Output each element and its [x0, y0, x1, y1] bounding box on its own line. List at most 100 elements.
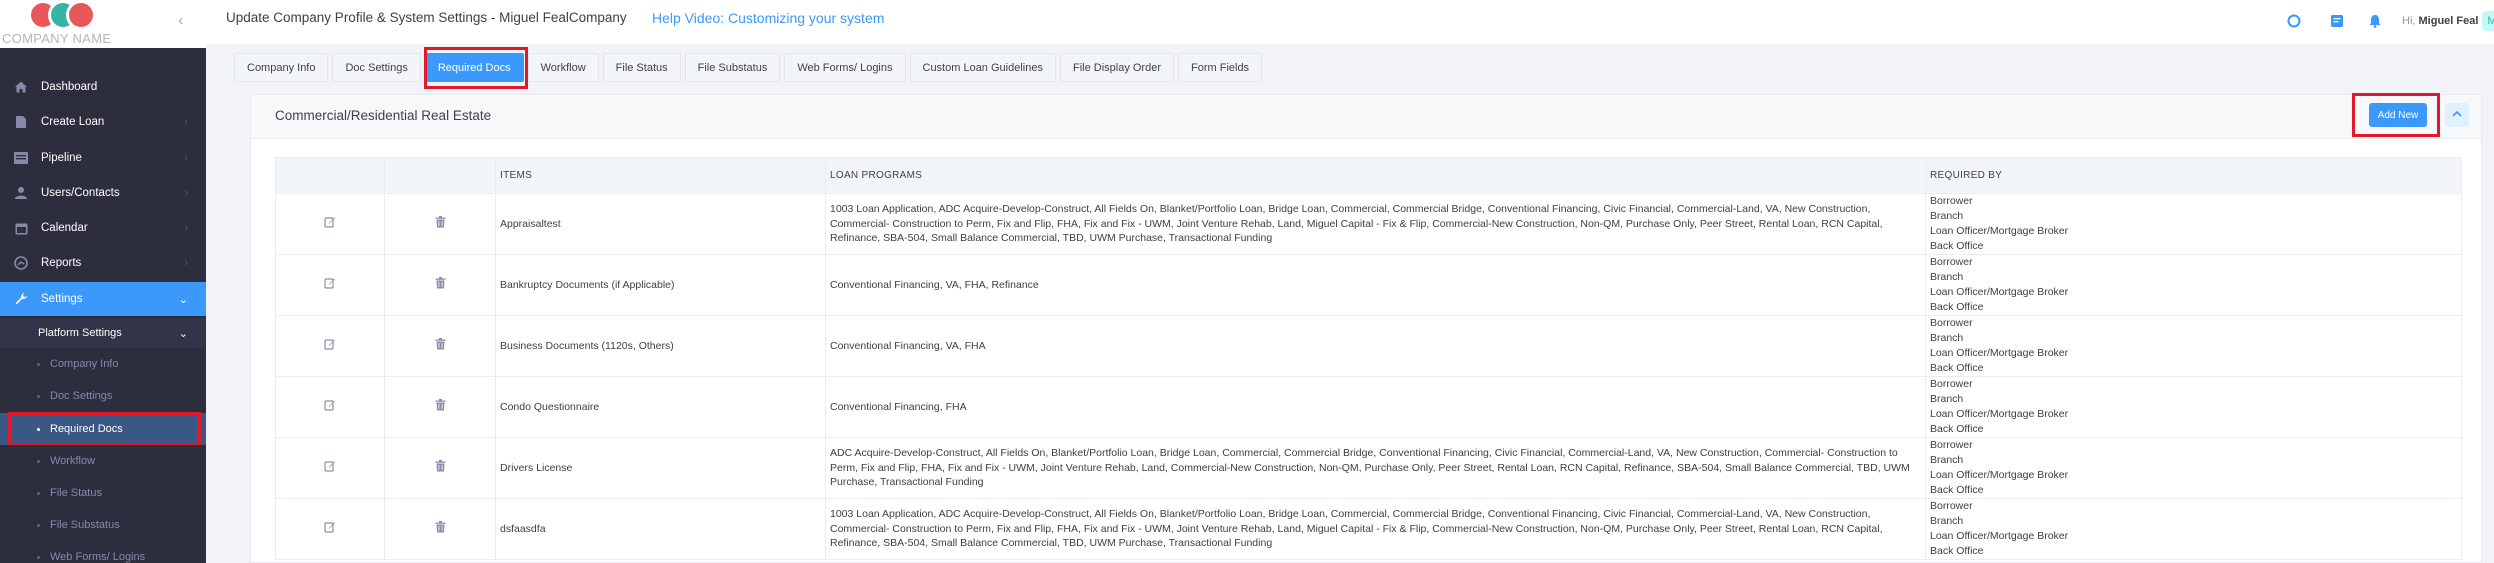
loan-programs: 1003 Loan Application, ADC Acquire-Devel…	[825, 498, 1926, 560]
required-by-role: Loan Officer/Mortgage Broker	[1930, 347, 2069, 359]
logo-circle-right	[66, 0, 96, 30]
sidebar-toggle-icon[interactable]: ‹	[178, 12, 183, 30]
sidebar-subitem-label: Workflow	[50, 455, 96, 467]
required-by-role: Borrower	[1930, 256, 1973, 269]
edit-icon[interactable]	[324, 338, 336, 353]
card-title: Commercial/Residential Real Estate	[275, 108, 492, 123]
calendar-icon	[14, 221, 28, 235]
edit-icon[interactable]	[324, 216, 336, 231]
table-row: dsfaasdfa 1003 Loan Application, ADC Acq…	[275, 498, 2462, 560]
help-video-link[interactable]: Help Video: Customizing your system	[652, 10, 884, 26]
table-header-row: ITEMS LOAN PROGRAMS REQUIRED BY	[275, 157, 2462, 194]
card-header: Commercial/Residential Real Estate Add N…	[251, 93, 2481, 139]
collapse-button[interactable]	[2445, 103, 2469, 127]
item-name: Bankruptcy Documents (if Applicable)	[495, 254, 826, 316]
loan-programs: Conventional Financing, FHA	[825, 376, 1926, 438]
trash-icon[interactable]	[435, 398, 446, 414]
sidebar-subitem-label: Web Forms/ Logins	[50, 551, 146, 563]
sidebar-subitem-label: Doc Settings	[50, 390, 113, 402]
sidebar-subitem-file-substatus[interactable]: File Substatus	[0, 509, 206, 541]
sidebar-item-calendar[interactable]: Calendar ›	[0, 211, 206, 245]
required-by: Borrower Branch Loan Officer/Mortgage Brok…	[1925, 193, 2462, 255]
required-by-role: Borrower	[1930, 317, 1973, 330]
sidebar-item-create-loan[interactable]: Create Loan ›	[0, 105, 206, 139]
chevron-down-icon: ⌄	[178, 293, 188, 306]
bell-icon[interactable]	[2368, 14, 2382, 28]
required-by: Borrower Branch Loan Officer/Mortgage Brok…	[1925, 498, 2462, 560]
circle-icon[interactable]	[2287, 14, 2301, 28]
edit-column-header	[275, 157, 385, 194]
bullet-icon	[37, 459, 40, 463]
delete-cell	[384, 376, 496, 438]
trash-icon[interactable]	[435, 520, 446, 536]
user-greeting[interactable]: Hi, Miguel Feal	[2402, 15, 2478, 27]
tab-custom-loan-guidelines[interactable]: Custom Loan Guidelines	[909, 53, 1056, 82]
tab-file-status[interactable]: File Status	[602, 53, 681, 82]
bullet-icon	[37, 362, 40, 366]
sidebar-subitem-workflow[interactable]: Workflow	[0, 445, 206, 477]
edit-icon[interactable]	[324, 277, 336, 292]
tab-form-fields[interactable]: Form Fields	[1178, 53, 1263, 82]
required-by-role: Loan Officer/Mortgage Broker	[1930, 469, 2069, 481]
trash-icon[interactable]	[435, 459, 446, 475]
edit-cell	[275, 437, 385, 499]
bullet-icon	[37, 523, 40, 527]
page-title: Update Company Profile & System Settings…	[226, 10, 627, 25]
required-by: Borrower Branch Loan Officer/Mortgage Brok…	[1925, 376, 2462, 438]
sidebar-item-dashboard[interactable]: Dashboard	[0, 70, 206, 104]
sidebar-subitem-file-status[interactable]: File Status	[0, 477, 206, 509]
required-docs-card: Commercial/Residential Real Estate Add N…	[250, 93, 2482, 563]
sidebar-subitem-web-forms-logins[interactable]: Web Forms/ Logins	[0, 541, 206, 563]
submenu-label: Platform Settings	[38, 327, 122, 339]
pipeline-icon	[14, 151, 28, 165]
chevron-right-icon: ›	[184, 187, 188, 199]
chevron-right-icon: ›	[184, 222, 188, 234]
table-row: Appraisaltest 1003 Loan Application, ADC…	[275, 193, 2462, 255]
tab-required-docs[interactable]: Required Docs	[424, 53, 524, 82]
avatar[interactable]: M	[2482, 11, 2494, 31]
chevron-right-icon: ›	[184, 116, 188, 128]
loan-programs: Conventional Financing, VA, FHA	[825, 315, 1926, 377]
tab-web-forms-logins[interactable]: Web Forms/ Logins	[784, 53, 906, 82]
trash-icon[interactable]	[435, 276, 446, 292]
delete-column-header	[384, 157, 496, 194]
news-icon[interactable]	[2330, 14, 2344, 28]
top-header: Update Company Profile & System Settings…	[206, 0, 2494, 44]
required-by-role: Loan Officer/Mortgage Broker	[1930, 530, 2069, 542]
trash-icon[interactable]	[435, 215, 446, 231]
edit-icon[interactable]	[324, 399, 336, 414]
sidebar-subitem-doc-settings[interactable]: Doc Settings	[0, 380, 206, 412]
sidebar-item-reports[interactable]: Reports ›	[0, 246, 206, 280]
add-new-button[interactable]: Add New	[2369, 103, 2427, 127]
chevron-down-icon: ⌄	[178, 327, 188, 340]
required-by: Borrower Branch Loan Officer/Mortgage Brok…	[1925, 315, 2462, 377]
required-by-role: Borrower	[1930, 378, 1973, 391]
sidebar-subitem-company-info[interactable]: Company Info	[0, 348, 206, 380]
required-by-role: Loan Officer/Mortgage Broker	[1930, 286, 2069, 298]
edit-icon[interactable]	[324, 460, 336, 475]
item-name: Drivers License	[495, 437, 826, 499]
required-by-list: Borrower Branch Loan Officer/Mortgage Brok…	[1930, 255, 2457, 314]
company-logo-text: COMPANY NAME	[2, 31, 112, 46]
sidebar-item-settings[interactable]: Settings ⌄	[0, 282, 206, 316]
home-icon	[14, 80, 28, 94]
required-by: Borrower Branch Loan Officer/Mortgage Brok…	[1925, 254, 2462, 316]
tab-file-substatus[interactable]: File Substatus	[684, 53, 781, 82]
sidebar-item-pipeline[interactable]: Pipeline ›	[0, 141, 206, 175]
trash-icon[interactable]	[435, 337, 446, 353]
edit-icon[interactable]	[324, 521, 336, 536]
chevron-up-icon	[2452, 109, 2462, 121]
required-docs-table: ITEMS LOAN PROGRAMS REQUIRED BY Appraisa…	[275, 157, 2462, 560]
required-by-role: Back Office	[1930, 300, 1984, 313]
sidebar-submenu-platform-settings[interactable]: Platform Settings ⌄	[0, 318, 206, 348]
tab-workflow[interactable]: Workflow	[527, 53, 599, 82]
tab-doc-settings[interactable]: Doc Settings	[332, 53, 421, 82]
tab-company-info[interactable]: Company Info	[234, 53, 329, 82]
wrench-icon	[14, 292, 28, 306]
table-row: Condo Questionnaire Conventional Financi…	[275, 376, 2462, 438]
delete-cell	[384, 498, 496, 560]
sidebar-item-users-contacts[interactable]: Users/Contacts ›	[0, 176, 206, 210]
tab-file-display-order[interactable]: File Display Order	[1059, 53, 1174, 82]
settings-tabs: Company Info Doc Settings Required Docs …	[234, 53, 1266, 82]
required-by-list: Borrower Branch Loan Officer/Mortgage Brok…	[1930, 377, 2457, 436]
